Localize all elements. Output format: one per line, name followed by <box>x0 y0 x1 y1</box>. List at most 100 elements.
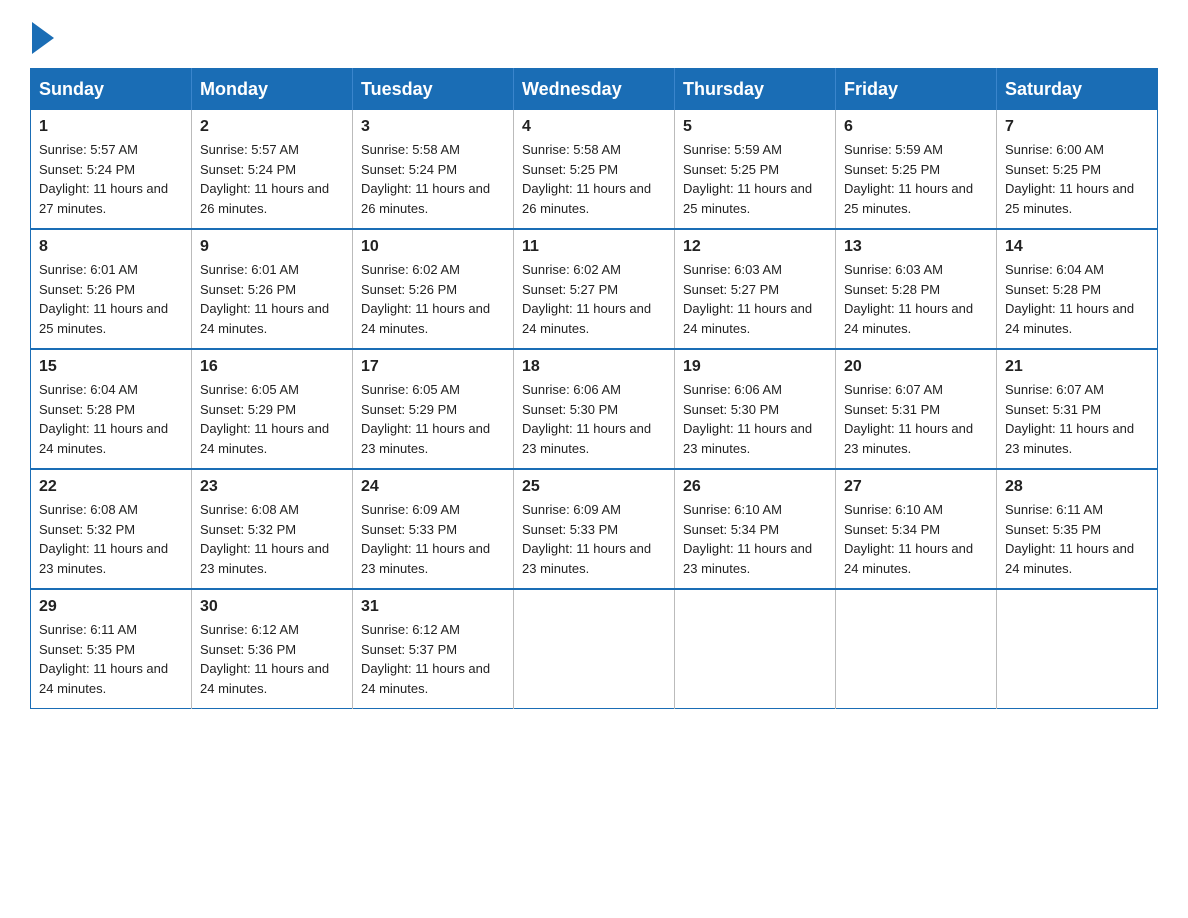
logo <box>30 20 54 50</box>
calendar-day-cell: 17 Sunrise: 6:05 AM Sunset: 5:29 PM Dayl… <box>353 349 514 469</box>
calendar-day-cell: 25 Sunrise: 6:09 AM Sunset: 5:33 PM Dayl… <box>514 469 675 589</box>
header-thursday: Thursday <box>675 69 836 111</box>
day-info: Sunrise: 5:58 AM Sunset: 5:25 PM Dayligh… <box>522 140 666 218</box>
calendar-day-cell <box>836 589 997 709</box>
calendar-week-row: 15 Sunrise: 6:04 AM Sunset: 5:28 PM Dayl… <box>31 349 1158 469</box>
day-number: 2 <box>200 118 344 136</box>
day-number: 16 <box>200 358 344 376</box>
day-number: 11 <box>522 238 666 256</box>
day-number: 17 <box>361 358 505 376</box>
day-info: Sunrise: 6:09 AM Sunset: 5:33 PM Dayligh… <box>522 500 666 578</box>
day-info: Sunrise: 6:11 AM Sunset: 5:35 PM Dayligh… <box>39 620 183 698</box>
calendar-day-cell: 24 Sunrise: 6:09 AM Sunset: 5:33 PM Dayl… <box>353 469 514 589</box>
calendar-day-cell: 27 Sunrise: 6:10 AM Sunset: 5:34 PM Dayl… <box>836 469 997 589</box>
day-info: Sunrise: 6:05 AM Sunset: 5:29 PM Dayligh… <box>361 380 505 458</box>
day-info: Sunrise: 5:59 AM Sunset: 5:25 PM Dayligh… <box>844 140 988 218</box>
day-number: 22 <box>39 478 183 496</box>
calendar-day-cell: 10 Sunrise: 6:02 AM Sunset: 5:26 PM Dayl… <box>353 229 514 349</box>
calendar-week-row: 1 Sunrise: 5:57 AM Sunset: 5:24 PM Dayli… <box>31 110 1158 229</box>
calendar-day-cell: 26 Sunrise: 6:10 AM Sunset: 5:34 PM Dayl… <box>675 469 836 589</box>
calendar-day-cell: 4 Sunrise: 5:58 AM Sunset: 5:25 PM Dayli… <box>514 110 675 229</box>
day-info: Sunrise: 6:01 AM Sunset: 5:26 PM Dayligh… <box>200 260 344 338</box>
day-number: 27 <box>844 478 988 496</box>
day-info: Sunrise: 6:01 AM Sunset: 5:26 PM Dayligh… <box>39 260 183 338</box>
calendar-header-row: SundayMondayTuesdayWednesdayThursdayFrid… <box>31 69 1158 111</box>
calendar-day-cell: 20 Sunrise: 6:07 AM Sunset: 5:31 PM Dayl… <box>836 349 997 469</box>
day-number: 24 <box>361 478 505 496</box>
day-info: Sunrise: 6:07 AM Sunset: 5:31 PM Dayligh… <box>844 380 988 458</box>
day-info: Sunrise: 6:08 AM Sunset: 5:32 PM Dayligh… <box>200 500 344 578</box>
calendar-day-cell <box>514 589 675 709</box>
day-number: 7 <box>1005 118 1149 136</box>
calendar-day-cell: 28 Sunrise: 6:11 AM Sunset: 5:35 PM Dayl… <box>997 469 1158 589</box>
calendar-day-cell <box>675 589 836 709</box>
calendar-day-cell: 11 Sunrise: 6:02 AM Sunset: 5:27 PM Dayl… <box>514 229 675 349</box>
calendar-day-cell: 8 Sunrise: 6:01 AM Sunset: 5:26 PM Dayli… <box>31 229 192 349</box>
header-sunday: Sunday <box>31 69 192 111</box>
day-info: Sunrise: 6:07 AM Sunset: 5:31 PM Dayligh… <box>1005 380 1149 458</box>
day-info: Sunrise: 5:58 AM Sunset: 5:24 PM Dayligh… <box>361 140 505 218</box>
calendar-day-cell: 21 Sunrise: 6:07 AM Sunset: 5:31 PM Dayl… <box>997 349 1158 469</box>
header-tuesday: Tuesday <box>353 69 514 111</box>
day-number: 14 <box>1005 238 1149 256</box>
day-number: 30 <box>200 598 344 616</box>
day-info: Sunrise: 6:06 AM Sunset: 5:30 PM Dayligh… <box>683 380 827 458</box>
day-info: Sunrise: 6:02 AM Sunset: 5:26 PM Dayligh… <box>361 260 505 338</box>
day-number: 26 <box>683 478 827 496</box>
day-info: Sunrise: 6:03 AM Sunset: 5:28 PM Dayligh… <box>844 260 988 338</box>
calendar-day-cell: 30 Sunrise: 6:12 AM Sunset: 5:36 PM Dayl… <box>192 589 353 709</box>
day-info: Sunrise: 6:09 AM Sunset: 5:33 PM Dayligh… <box>361 500 505 578</box>
calendar-day-cell: 31 Sunrise: 6:12 AM Sunset: 5:37 PM Dayl… <box>353 589 514 709</box>
day-info: Sunrise: 6:06 AM Sunset: 5:30 PM Dayligh… <box>522 380 666 458</box>
calendar-day-cell: 15 Sunrise: 6:04 AM Sunset: 5:28 PM Dayl… <box>31 349 192 469</box>
calendar-week-row: 29 Sunrise: 6:11 AM Sunset: 5:35 PM Dayl… <box>31 589 1158 709</box>
day-info: Sunrise: 6:12 AM Sunset: 5:37 PM Dayligh… <box>361 620 505 698</box>
calendar-day-cell: 18 Sunrise: 6:06 AM Sunset: 5:30 PM Dayl… <box>514 349 675 469</box>
day-number: 21 <box>1005 358 1149 376</box>
day-number: 15 <box>39 358 183 376</box>
day-number: 12 <box>683 238 827 256</box>
calendar-day-cell: 6 Sunrise: 5:59 AM Sunset: 5:25 PM Dayli… <box>836 110 997 229</box>
calendar-day-cell: 13 Sunrise: 6:03 AM Sunset: 5:28 PM Dayl… <box>836 229 997 349</box>
day-number: 5 <box>683 118 827 136</box>
day-number: 31 <box>361 598 505 616</box>
day-number: 19 <box>683 358 827 376</box>
day-info: Sunrise: 6:03 AM Sunset: 5:27 PM Dayligh… <box>683 260 827 338</box>
day-info: Sunrise: 6:04 AM Sunset: 5:28 PM Dayligh… <box>39 380 183 458</box>
calendar-day-cell: 9 Sunrise: 6:01 AM Sunset: 5:26 PM Dayli… <box>192 229 353 349</box>
day-info: Sunrise: 6:05 AM Sunset: 5:29 PM Dayligh… <box>200 380 344 458</box>
header-friday: Friday <box>836 69 997 111</box>
day-number: 20 <box>844 358 988 376</box>
calendar-day-cell: 19 Sunrise: 6:06 AM Sunset: 5:30 PM Dayl… <box>675 349 836 469</box>
calendar-day-cell: 14 Sunrise: 6:04 AM Sunset: 5:28 PM Dayl… <box>997 229 1158 349</box>
day-number: 3 <box>361 118 505 136</box>
day-info: Sunrise: 6:10 AM Sunset: 5:34 PM Dayligh… <box>683 500 827 578</box>
logo-arrow-icon <box>32 22 54 54</box>
day-number: 18 <box>522 358 666 376</box>
day-info: Sunrise: 6:11 AM Sunset: 5:35 PM Dayligh… <box>1005 500 1149 578</box>
day-info: Sunrise: 6:10 AM Sunset: 5:34 PM Dayligh… <box>844 500 988 578</box>
day-number: 4 <box>522 118 666 136</box>
day-info: Sunrise: 6:00 AM Sunset: 5:25 PM Dayligh… <box>1005 140 1149 218</box>
day-number: 28 <box>1005 478 1149 496</box>
header-monday: Monday <box>192 69 353 111</box>
day-number: 25 <box>522 478 666 496</box>
calendar-day-cell: 1 Sunrise: 5:57 AM Sunset: 5:24 PM Dayli… <box>31 110 192 229</box>
day-number: 10 <box>361 238 505 256</box>
calendar-day-cell: 12 Sunrise: 6:03 AM Sunset: 5:27 PM Dayl… <box>675 229 836 349</box>
calendar-day-cell: 22 Sunrise: 6:08 AM Sunset: 5:32 PM Dayl… <box>31 469 192 589</box>
calendar-day-cell: 16 Sunrise: 6:05 AM Sunset: 5:29 PM Dayl… <box>192 349 353 469</box>
day-number: 8 <box>39 238 183 256</box>
calendar-day-cell: 3 Sunrise: 5:58 AM Sunset: 5:24 PM Dayli… <box>353 110 514 229</box>
calendar-day-cell: 29 Sunrise: 6:11 AM Sunset: 5:35 PM Dayl… <box>31 589 192 709</box>
calendar-day-cell <box>997 589 1158 709</box>
day-info: Sunrise: 6:02 AM Sunset: 5:27 PM Dayligh… <box>522 260 666 338</box>
page-header <box>30 20 1158 50</box>
day-info: Sunrise: 6:12 AM Sunset: 5:36 PM Dayligh… <box>200 620 344 698</box>
calendar-day-cell: 2 Sunrise: 5:57 AM Sunset: 5:24 PM Dayli… <box>192 110 353 229</box>
day-number: 29 <box>39 598 183 616</box>
day-info: Sunrise: 6:04 AM Sunset: 5:28 PM Dayligh… <box>1005 260 1149 338</box>
day-number: 13 <box>844 238 988 256</box>
day-info: Sunrise: 5:59 AM Sunset: 5:25 PM Dayligh… <box>683 140 827 218</box>
calendar-day-cell: 7 Sunrise: 6:00 AM Sunset: 5:25 PM Dayli… <box>997 110 1158 229</box>
